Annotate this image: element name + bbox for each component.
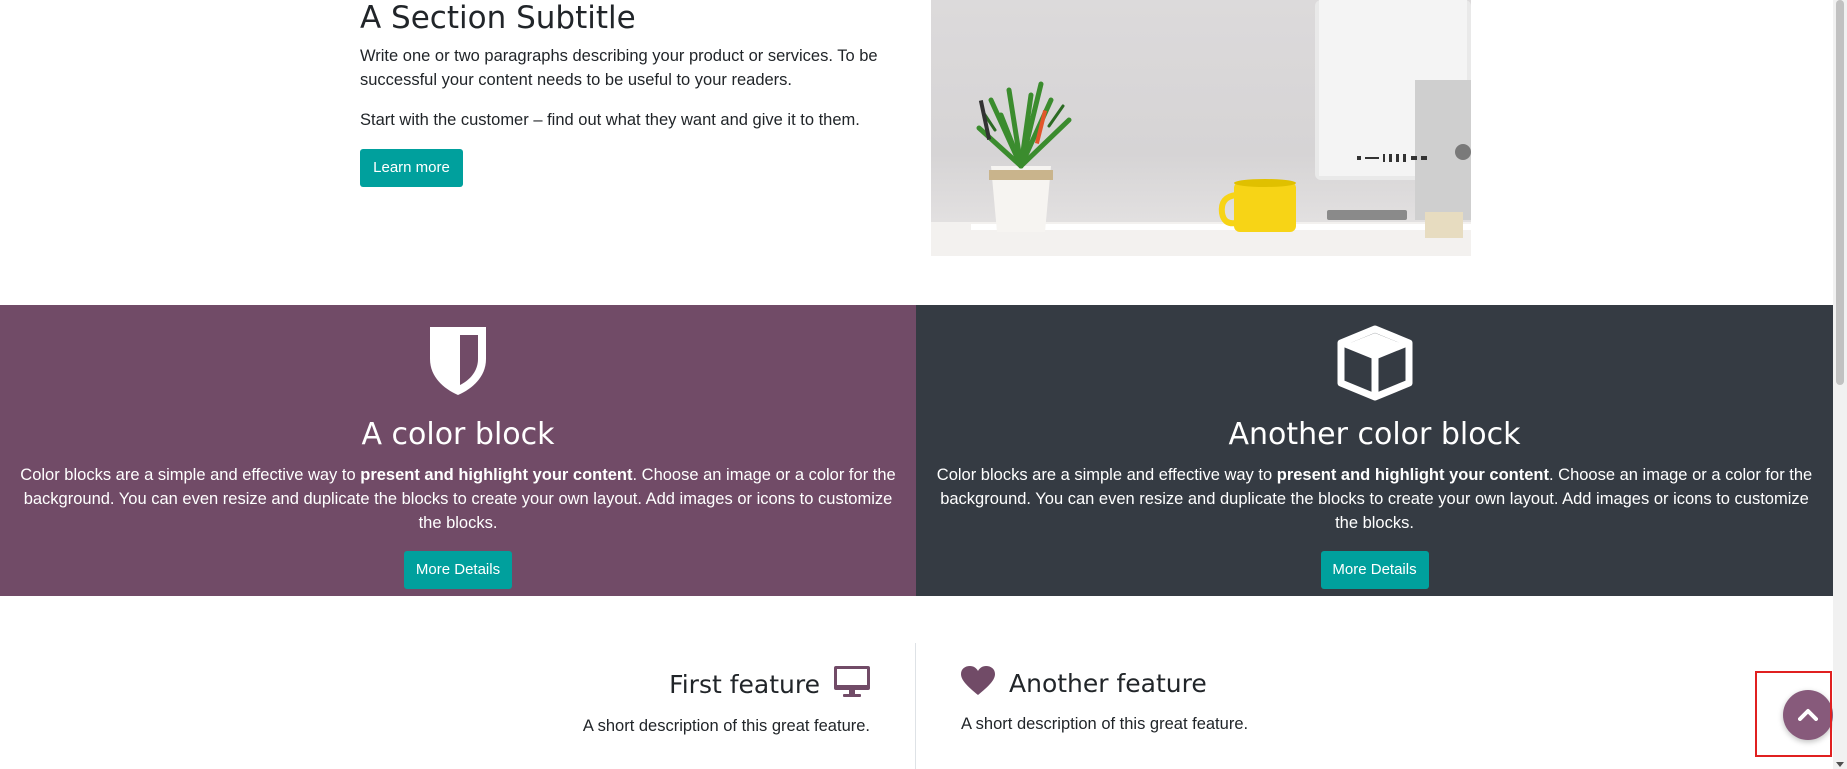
color-block-description: Color blocks are a simple and effective … [936,466,1813,532]
more-details-button[interactable]: More Details [1320,551,1429,589]
feature-description: A short description of this great featur… [582,717,870,735]
page: A Section Subtitle Write one or two para… [0,0,1833,769]
learn-more-button[interactable]: Learn more [360,149,463,187]
color-block-title: A color block [361,417,555,452]
hero-image [931,0,1471,256]
color-blocks-section: A color block Color blocks are a simple … [0,305,1833,596]
features-divider [915,643,916,769]
scrollbar-thumb[interactable] [1836,0,1844,385]
desktop-icon [834,666,870,703]
feature-item: Another feature A short description of t… [961,666,1248,734]
feature-title: First feature [669,670,820,699]
feature-title: Another feature [1009,669,1207,698]
heart-icon [961,666,995,701]
intro-section: A Section Subtitle Write one or two para… [0,0,1833,305]
scroll-to-top-button[interactable] [1783,690,1833,740]
scroll-down-arrow-icon[interactable] [1836,762,1844,767]
feature-description: A short description of this great featur… [961,715,1249,733]
color-block: A color block Color blocks are a simple … [0,305,916,596]
page-scrollbar[interactable] [1833,0,1847,769]
section-subtitle: A Section Subtitle [360,0,636,36]
desk-illustration [931,0,1471,256]
chevron-up-icon [1798,707,1818,724]
cube-icon [1337,325,1413,406]
features-section: First feature A short description of thi… [0,596,1833,769]
more-details-button[interactable]: More Details [404,551,512,589]
shield-icon [428,325,488,402]
intro-paragraph: Start with the customer – find out what … [360,111,860,129]
color-block-description: Color blocks are a simple and effective … [20,466,896,532]
intro-paragraph: Write one or two paragraphs describing y… [360,47,878,89]
color-block-title: Another color block [1228,417,1521,452]
color-block: Another color block Color blocks are a s… [916,305,1833,596]
feature-item: First feature A short description of thi… [583,666,870,736]
